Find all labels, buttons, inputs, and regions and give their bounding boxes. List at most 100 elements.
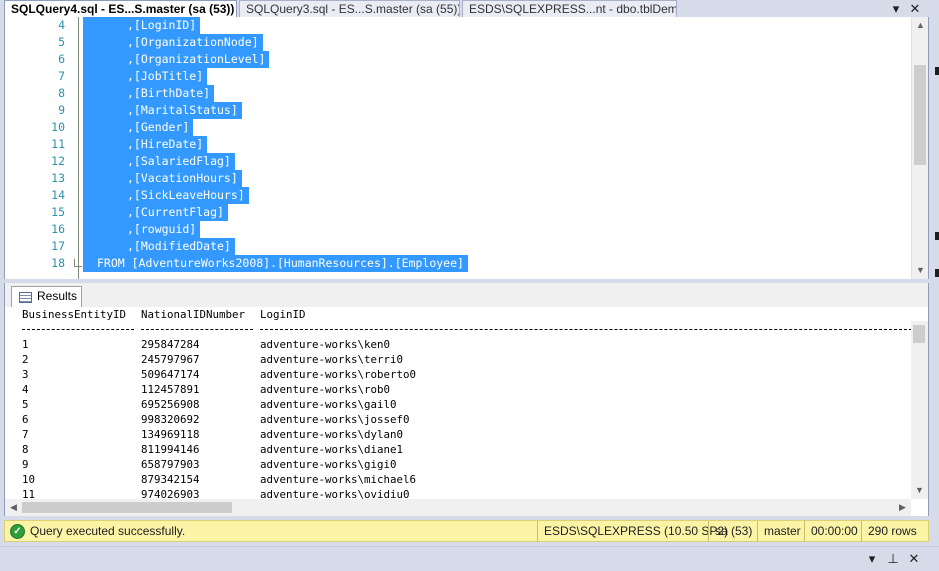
result-cell: adventure-works\terri0 bbox=[260, 353, 404, 366]
status-elapsed-time: 00:00:00 bbox=[804, 521, 861, 542]
result-cell: 6 bbox=[22, 413, 29, 426]
code-line[interactable]: 15 ,[CurrentFlag] bbox=[5, 204, 910, 221]
selected-code-text: ,[OrganizationNode] bbox=[83, 34, 263, 51]
selected-code-text: FROM [AdventureWorks2008].[HumanResource… bbox=[83, 255, 468, 272]
result-cell: adventure-works\dylan0 bbox=[260, 428, 404, 441]
selected-code-text: ,[OrganizationLevel] bbox=[83, 51, 270, 68]
tab-results[interactable]: Results bbox=[11, 286, 82, 307]
result-cell: adventure-works\gigi0 bbox=[260, 458, 397, 471]
results-horizontal-scrollbar[interactable]: ◀ ▶ bbox=[5, 499, 911, 516]
result-cell: 10 bbox=[22, 473, 36, 486]
selected-code-text: ,[CurrentFlag] bbox=[83, 204, 228, 221]
result-cell: 998320692 bbox=[141, 413, 200, 426]
result-cell: 245797967 bbox=[141, 353, 200, 366]
selected-code-text: ,[VacationHours] bbox=[83, 170, 242, 187]
code-line[interactable]: 16 ,[rowguid] bbox=[5, 221, 910, 238]
query-editor[interactable]: 4 ,[LoginID] 5 ,[OrganizationNode] 6 ,[Organi… bbox=[4, 17, 929, 279]
selected-code-text: ,[SickLeaveHours] bbox=[83, 187, 249, 204]
bottom-panel-header: ▾ ⊥ ✕ bbox=[0, 546, 939, 571]
code-line[interactable]: 14 ,[SickLeaveHours] bbox=[5, 187, 910, 204]
line-number: 18 bbox=[51, 256, 65, 270]
results-vertical-thumb[interactable] bbox=[913, 325, 925, 343]
code-line[interactable]: 12 ,[SalariedFlag] bbox=[5, 153, 910, 170]
tab-list-dropdown-icon[interactable]: ▾ bbox=[888, 0, 904, 17]
right-dock-edge bbox=[931, 17, 939, 546]
column-header: LoginID bbox=[260, 308, 306, 321]
scroll-left-arrow-icon[interactable]: ◀ bbox=[5, 499, 22, 516]
line-number: 6 bbox=[58, 52, 65, 66]
pin-icon[interactable]: ⊥ bbox=[885, 551, 901, 567]
code-line[interactable]: 4 ,[LoginID] bbox=[5, 17, 910, 34]
success-check-icon: ✓ bbox=[10, 524, 25, 539]
line-number: 12 bbox=[51, 154, 65, 168]
code-line[interactable]: 18 FROM [AdventureWorks2008].[HumanResour… bbox=[5, 255, 910, 272]
result-cell: 658797903 bbox=[141, 458, 200, 471]
tab-sqlquery4[interactable]: SQLQuery4.sql - ES...S.master (sa (53)) bbox=[4, 0, 237, 17]
code-line[interactable]: 8 ,[BirthDate] bbox=[5, 85, 910, 102]
editor-vertical-scrollbar[interactable]: ▲ ▼ bbox=[911, 17, 928, 279]
line-number: 7 bbox=[58, 69, 65, 83]
result-cell: 879342154 bbox=[141, 473, 200, 486]
line-number: 11 bbox=[51, 137, 65, 151]
selected-code-text: ,[MaritalStatus] bbox=[83, 102, 242, 119]
result-cell: 3 bbox=[22, 368, 29, 381]
scroll-right-arrow-icon[interactable]: ▶ bbox=[894, 499, 911, 516]
line-number: 9 bbox=[58, 103, 65, 117]
selected-code-text: ,[rowguid] bbox=[83, 221, 201, 238]
status-database: master bbox=[757, 521, 804, 542]
selected-code-text: ,[BirthDate] bbox=[83, 85, 215, 102]
dock-marker bbox=[935, 232, 939, 240]
status-user: sa (53) bbox=[708, 521, 757, 542]
close-panel-icon[interactable]: ✕ bbox=[906, 551, 922, 567]
line-number: 8 bbox=[58, 86, 65, 100]
tab-tbldemo[interactable]: ESDS\SQLEXPRESS...nt - dbo.tblDemo bbox=[462, 0, 677, 17]
code-line[interactable]: 9 ,[MaritalStatus] bbox=[5, 102, 910, 119]
scroll-down-arrow-icon[interactable]: ▼ bbox=[912, 262, 928, 279]
results-text-pane[interactable]: BusinessEntityID NationalIDNumber LoginI… bbox=[4, 307, 929, 516]
selected-code-text: ,[ModifiedDate] bbox=[83, 238, 235, 255]
result-cell: adventure-works\michael6 bbox=[260, 473, 417, 486]
line-number: 4 bbox=[58, 18, 65, 32]
line-number: 5 bbox=[58, 35, 65, 49]
code-line[interactable]: 5 ,[OrganizationNode] bbox=[5, 34, 910, 51]
code-line[interactable]: 17 ,[ModifiedDate] bbox=[5, 238, 910, 255]
scroll-up-arrow-icon[interactable]: ▲ bbox=[912, 17, 928, 34]
code-line[interactable]: 10 ,[Gender] bbox=[5, 119, 910, 136]
result-cell: 134969118 bbox=[141, 428, 200, 441]
selected-code-text: ,[JobTitle] bbox=[83, 68, 208, 85]
result-cell: adventure-works\gail0 bbox=[260, 398, 397, 411]
line-number: 16 bbox=[51, 222, 65, 236]
result-cell: adventure-works\ken0 bbox=[260, 338, 391, 351]
results-vertical-scrollbar[interactable]: ▼ bbox=[911, 321, 928, 499]
close-tab-icon[interactable]: ✕ bbox=[907, 0, 923, 17]
selected-code-text: ,[LoginID] bbox=[83, 17, 201, 34]
code-line[interactable]: 7 ,[JobTitle] bbox=[5, 68, 910, 85]
query-status-bar: ✓ Query executed successfully. ESDS\SQLE… bbox=[4, 520, 929, 542]
result-cell: adventure-works\diane1 bbox=[260, 443, 404, 456]
results-tab-bar: Results bbox=[4, 283, 929, 307]
result-cell: 5 bbox=[22, 398, 29, 411]
results-horizontal-thumb[interactable] bbox=[22, 502, 232, 513]
result-cell: 695256908 bbox=[141, 398, 200, 411]
result-cell: 9 bbox=[22, 458, 29, 471]
selected-code-text: ,[HireDate] bbox=[83, 136, 208, 153]
scroll-down-arrow-icon[interactable]: ▼ bbox=[911, 482, 928, 499]
line-number: 17 bbox=[51, 239, 65, 253]
result-cell: 4 bbox=[22, 383, 29, 396]
result-cell: 7 bbox=[22, 428, 29, 441]
result-cell: 112457891 bbox=[141, 383, 200, 396]
code-line[interactable]: 13 ,[VacationHours] bbox=[5, 170, 910, 187]
code-line[interactable]: 11 ,[HireDate] bbox=[5, 136, 910, 153]
column-header: BusinessEntityID bbox=[22, 308, 127, 321]
panel-dropdown-icon[interactable]: ▾ bbox=[864, 551, 880, 567]
line-number: 10 bbox=[51, 120, 65, 134]
dock-marker bbox=[935, 67, 939, 75]
line-number: 15 bbox=[51, 205, 65, 219]
tab-sqlquery3[interactable]: SQLQuery3.sql - ES...S.master (sa (55))* bbox=[239, 0, 460, 17]
result-cell: adventure-works\jossef0 bbox=[260, 413, 410, 426]
dock-marker bbox=[935, 269, 939, 277]
selected-code-text: ,[SalariedFlag] bbox=[83, 153, 235, 170]
code-line[interactable]: 6 ,[OrganizationLevel] bbox=[5, 51, 910, 68]
editor-scroll-thumb[interactable] bbox=[914, 65, 926, 165]
line-number: 14 bbox=[51, 188, 65, 202]
